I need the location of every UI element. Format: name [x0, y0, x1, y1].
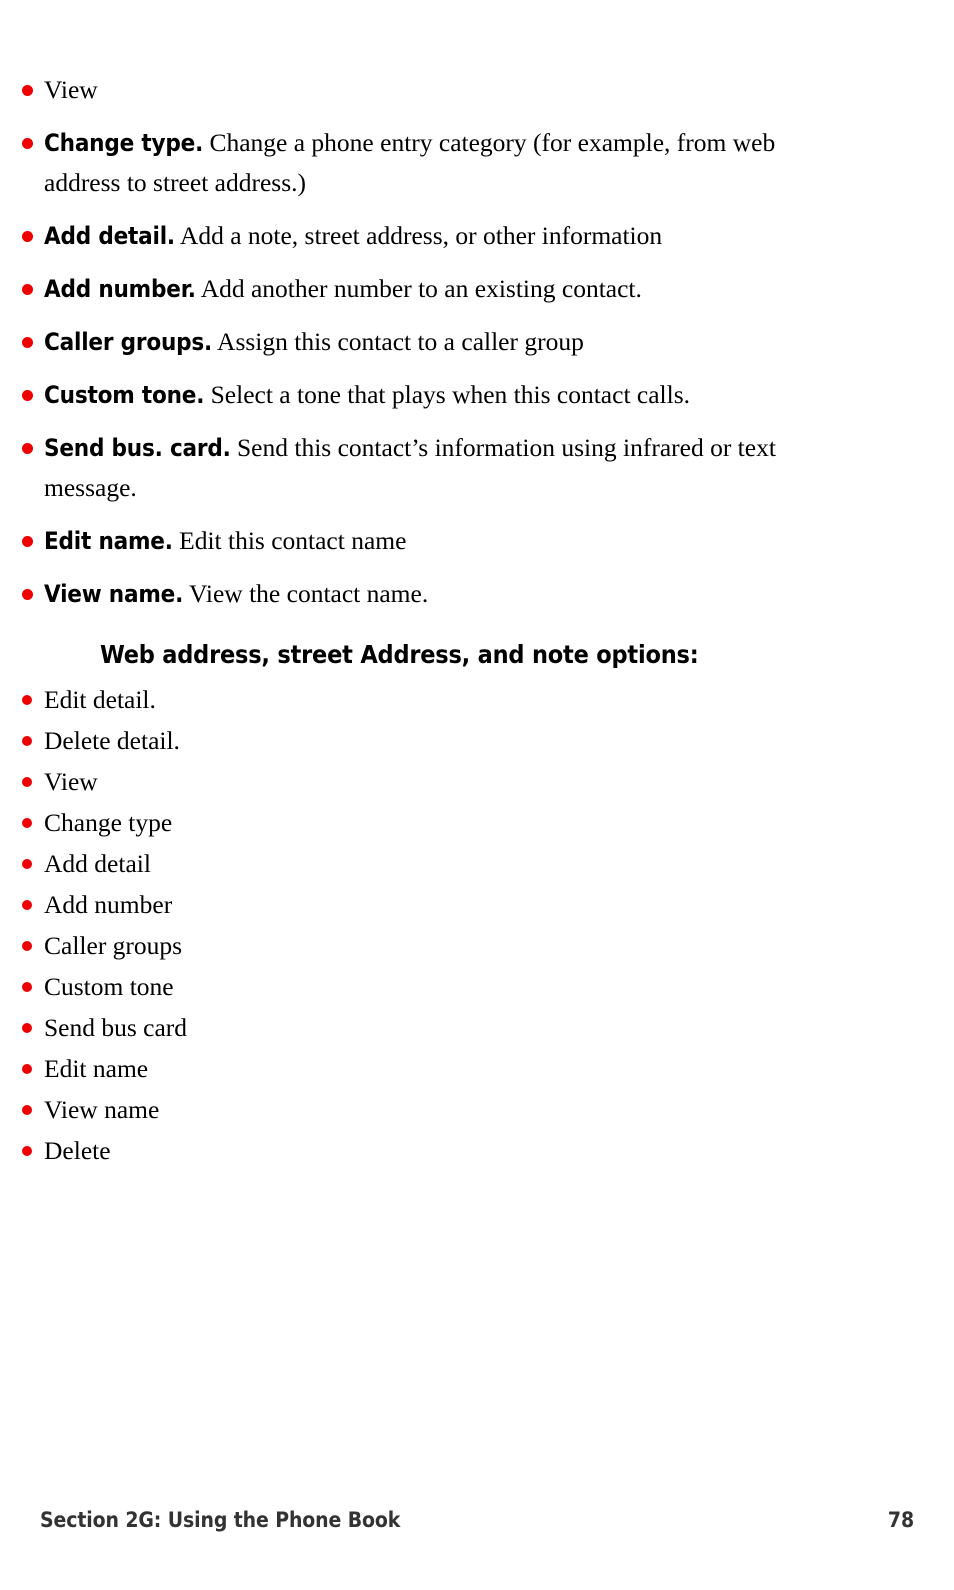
bullet-icon: [22, 443, 33, 454]
list-item-description: Edit this contact name: [179, 526, 407, 555]
list-item-description: View: [44, 75, 98, 104]
list-item-label: Add detail: [44, 849, 151, 878]
footer-section-title: Section 2G: Using the Phone Book: [40, 1508, 401, 1532]
list-item: Add detail. Add a note, street address, …: [0, 216, 790, 256]
list-item-term: Edit name.: [44, 527, 173, 555]
bullet-icon: [22, 1105, 32, 1115]
page-footer: Section 2G: Using the Phone Book 78: [40, 1508, 914, 1532]
list-item-label: Caller groups: [44, 931, 183, 960]
bullet-icon: [22, 85, 33, 96]
list-item-label: Delete: [44, 1136, 111, 1165]
page-content: View Change type. Change a phone entry c…: [0, 0, 954, 1175]
list-item-description: Select a tone that plays when this conta…: [210, 380, 691, 409]
list-item-label: Send bus card: [44, 1013, 188, 1042]
list-item: Caller groups: [0, 929, 700, 963]
list-item-term: Add number.: [44, 275, 196, 303]
list-item: Delete: [0, 1134, 700, 1168]
list-item-label: Delete detail.: [44, 726, 180, 755]
list-item: View name. View the contact name.: [0, 574, 790, 614]
list-item-label: Edit name: [44, 1054, 149, 1083]
list-item-description: Assign this contact to a caller group: [217, 327, 584, 356]
bullet-icon: [22, 695, 32, 705]
bullet-icon: [22, 138, 33, 149]
list-item: Change type. Change a phone entry catego…: [0, 123, 790, 203]
bullet-icon: [22, 859, 32, 869]
list-item-term: View name.: [44, 580, 184, 608]
list-item-label: View: [44, 767, 98, 796]
list-item: Send bus card: [0, 1011, 700, 1045]
bullet-icon: [22, 941, 32, 951]
list-item-term: Caller groups.: [44, 328, 213, 356]
bullet-icon: [22, 284, 33, 295]
list-item: Edit name. Edit this contact name: [0, 521, 790, 561]
list-item-label: View name: [44, 1095, 160, 1124]
list-item: Add detail: [0, 847, 700, 881]
top-spacer: [0, 0, 954, 70]
list-item: View: [0, 765, 700, 799]
web-address-options-list: Edit detail. Delete detail. View Change …: [0, 683, 700, 1168]
list-item-description: Add another number to an existing contac…: [200, 274, 642, 303]
bullet-icon: [22, 900, 32, 910]
list-item-description: Add a note, street address, or other inf…: [179, 221, 663, 250]
bullet-icon: [22, 1146, 32, 1156]
bullet-icon: [22, 231, 33, 242]
bullet-icon: [22, 982, 32, 992]
list-item-label: Custom tone: [44, 972, 174, 1001]
section-subheading: Web address, street Address, and note op…: [100, 640, 699, 669]
footer-page-number: 78: [887, 1508, 914, 1532]
list-item: Custom tone. Select a tone that plays wh…: [0, 375, 790, 415]
list-item: Add number. Add another number to an exi…: [0, 269, 790, 309]
bullet-icon: [22, 337, 33, 348]
list-item: Add number: [0, 888, 700, 922]
list-item: Send bus. card. Send this contact’s info…: [0, 428, 790, 508]
list-item-term: Change type.: [44, 129, 204, 157]
list-item-term: Add detail.: [44, 222, 175, 250]
bullet-icon: [22, 818, 32, 828]
bullet-icon: [22, 390, 33, 401]
bullet-icon: [22, 589, 33, 600]
list-item-description: View the contact name.: [189, 579, 429, 608]
bullet-icon: [22, 536, 33, 547]
bullet-icon: [22, 736, 32, 746]
list-item: Caller groups. Assign this contact to a …: [0, 322, 790, 362]
list-item: Change type: [0, 806, 700, 840]
bullet-icon: [22, 1023, 32, 1033]
bullet-icon: [22, 1064, 32, 1074]
list-item: Edit name: [0, 1052, 700, 1086]
contact-options-list: View Change type. Change a phone entry c…: [0, 70, 790, 614]
list-item-label: Edit detail.: [44, 685, 156, 714]
list-item-label: Change type: [44, 808, 173, 837]
list-item-term: Send bus. card.: [44, 434, 231, 462]
list-item: View name: [0, 1093, 700, 1127]
bullet-icon: [22, 777, 32, 787]
list-item: Delete detail.: [0, 724, 700, 758]
list-item: Custom tone: [0, 970, 700, 1004]
list-item: Edit detail.: [0, 683, 700, 717]
list-item-term: Custom tone.: [44, 381, 205, 409]
list-item: View: [0, 70, 790, 110]
list-item-label: Add number: [44, 890, 173, 919]
document-page: View Change type. Change a phone entry c…: [0, 0, 954, 1590]
